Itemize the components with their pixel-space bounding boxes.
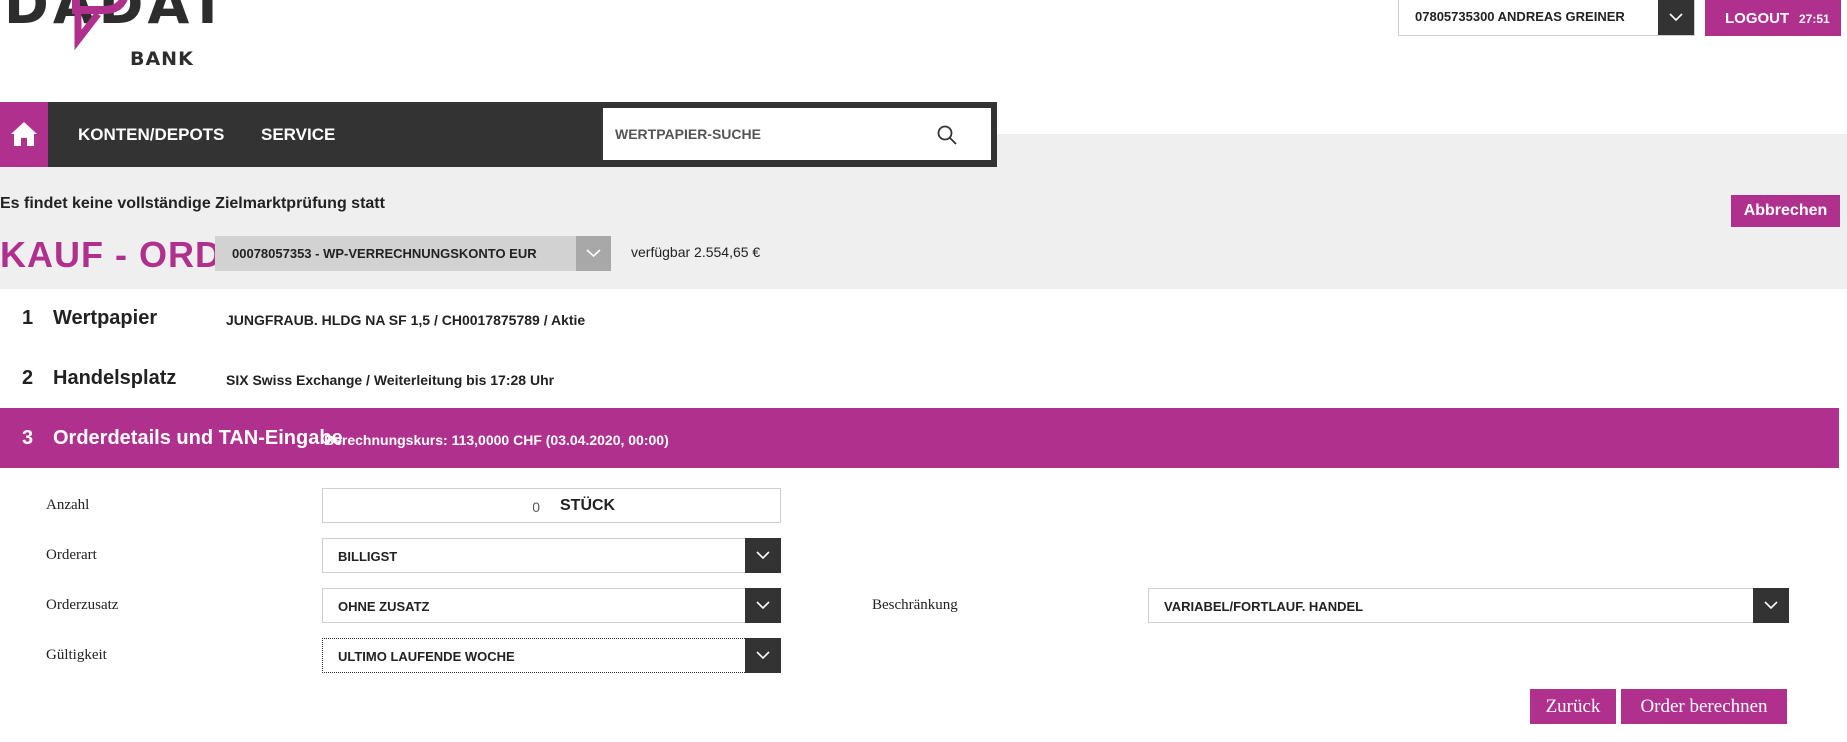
order-addition-select[interactable]: OHNE ZUSATZ	[322, 588, 781, 623]
konto-select[interactable]: 00078057353 - WP-VERRECHNUNGSKONTO EUR	[215, 236, 611, 271]
order-type-select[interactable]: BILLIGST	[322, 538, 781, 573]
chevron-down-icon[interactable]	[1753, 588, 1789, 623]
chevron-down-icon[interactable]	[745, 638, 781, 673]
order-type-value: BILLIGST	[338, 549, 398, 564]
step-orderdetails-header: 3 Orderdetails und TAN-Eingabe Berechnun…	[0, 408, 1839, 468]
nav-konten-depots[interactable]: KONTEN/DEPOTS	[78, 125, 224, 145]
chevron-down-icon[interactable]	[1658, 0, 1694, 35]
search-icon[interactable]	[936, 124, 958, 146]
quantity-label: Anzahl	[46, 497, 90, 513]
calculation-rate: Berechnungskurs: 113,0000 CHF (03.04.202…	[324, 432, 669, 448]
chevron-down-icon[interactable]	[745, 538, 781, 573]
konto-select-value: 00078057353 - WP-VERRECHNUNGSKONTO EUR	[232, 246, 537, 261]
restriction-select[interactable]: VARIABEL/FORTLAUF. HANDEL	[1148, 588, 1789, 623]
order-type-label: Orderart	[46, 547, 97, 563]
validity-value: ULTIMO LAUFENDE WOCHE	[338, 649, 515, 664]
available-balance: verfügbar 2.554,65 €	[631, 244, 761, 260]
home-button[interactable]	[0, 102, 48, 167]
quantity-value: 0	[532, 499, 540, 515]
security-search	[603, 108, 991, 160]
step-title-wertpapier[interactable]: Wertpapier	[53, 307, 157, 330]
order-addition-value: OHNE ZUSATZ	[338, 599, 430, 614]
order-addition-label: Orderzusatz	[46, 597, 119, 613]
step-title-handelsplatz[interactable]: Handelsplatz	[53, 367, 176, 390]
session-timer: 27:51	[1799, 12, 1830, 26]
step-number: 3	[22, 427, 34, 449]
logo-bubble-icon	[72, 0, 128, 50]
nav-service[interactable]: SERVICE	[261, 125, 335, 145]
step-info-handelsplatz: SIX Swiss Exchange / Weiterleitung bis 1…	[226, 372, 555, 388]
account-select[interactable]: 07805735300 ANDREAS GREINER	[1398, 0, 1695, 36]
validity-select[interactable]: ULTIMO LAUFENDE WOCHE	[322, 638, 781, 673]
quantity-unit: STÜCK	[560, 497, 616, 514]
step-number: 1	[22, 307, 34, 329]
target-market-notice: Es findet keine vollständige Zielmarktpr…	[0, 195, 385, 212]
logo-sub: BANK	[130, 48, 194, 70]
step-number: 2	[22, 367, 34, 389]
restriction-label: Beschränkung	[872, 597, 958, 613]
account-select-value: 07805735300 ANDREAS GREINER	[1415, 9, 1625, 24]
logout-button[interactable]: LOGOUT 27:51	[1705, 0, 1841, 36]
step-info-wertpapier: JUNGFRAUB. HLDG NA SF 1,5 / CH0017875789…	[226, 312, 586, 328]
quantity-field[interactable]: 0 STÜCK	[322, 488, 781, 523]
back-button[interactable]: Zurück	[1530, 689, 1616, 724]
chevron-down-icon[interactable]	[576, 236, 611, 271]
security-search-input[interactable]	[603, 108, 935, 160]
chevron-down-icon[interactable]	[745, 588, 781, 623]
validity-label: Gültigkeit	[46, 647, 107, 663]
logout-label: LOGOUT	[1725, 10, 1790, 27]
step-title-orderdetails: Orderdetails und TAN-Eingabe	[53, 427, 343, 449]
calculate-order-button[interactable]: Order berechnen	[1621, 689, 1787, 724]
cancel-button[interactable]: Abbrechen	[1731, 195, 1840, 227]
dadat-logo[interactable]: DADAT BANK	[0, 0, 220, 80]
home-icon	[11, 122, 37, 146]
restriction-value: VARIABEL/FORTLAUF. HANDEL	[1164, 599, 1364, 614]
